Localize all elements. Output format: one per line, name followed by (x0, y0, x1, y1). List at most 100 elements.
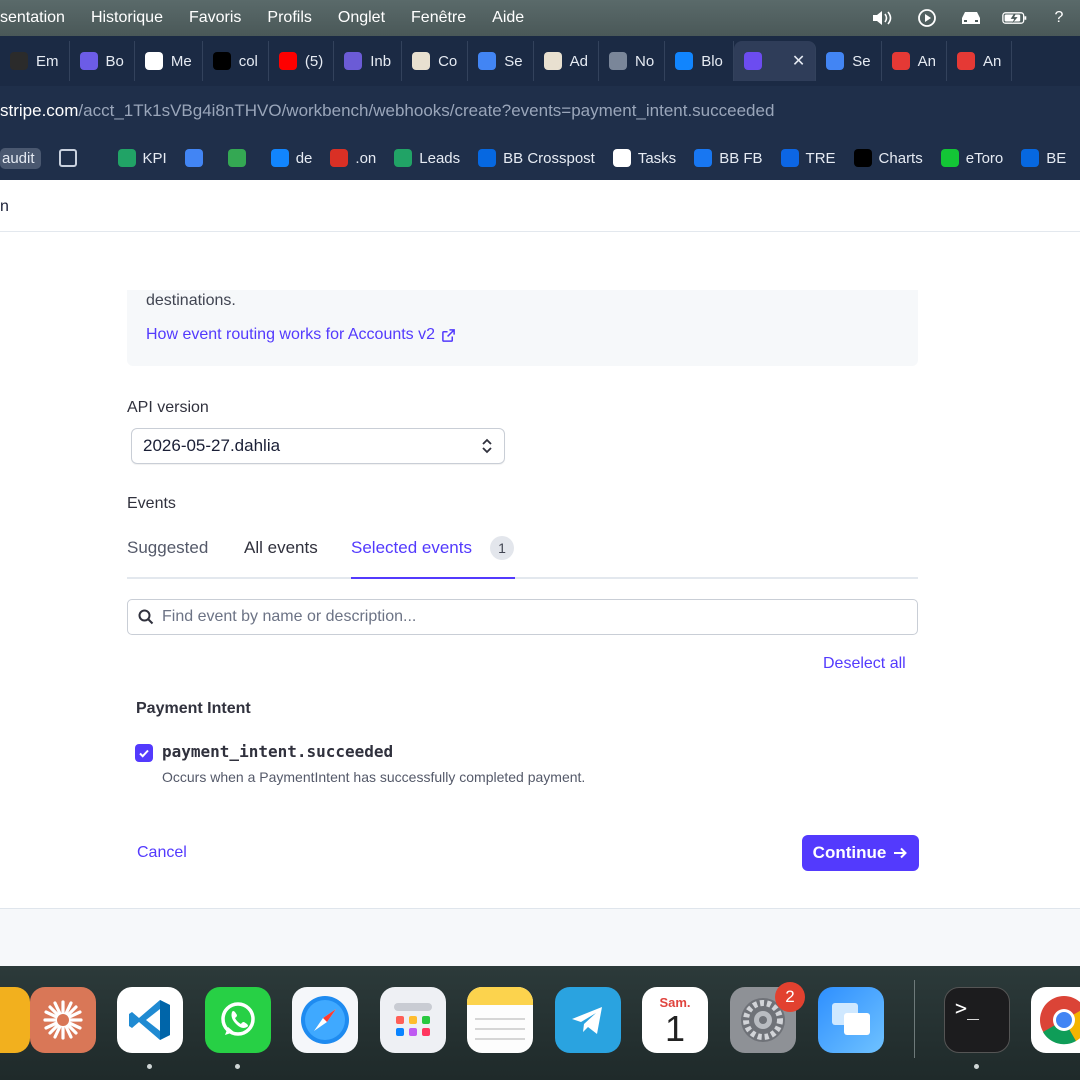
event-checkbox[interactable] (135, 744, 153, 762)
menu-item-onglet[interactable]: Onglet (338, 9, 385, 27)
bookmark[interactable]: Tasks (612, 149, 677, 167)
volume-icon[interactable] (870, 8, 896, 28)
bookmark[interactable]: BE (1021, 149, 1066, 167)
whatsapp-icon[interactable] (205, 987, 271, 1053)
browser-tab-label: No (635, 52, 655, 70)
cancel-button[interactable]: Cancel (137, 844, 187, 862)
browser-tab-label: Inb (370, 52, 392, 70)
bookmark-label: Tasks (637, 149, 677, 167)
partial-app-icon[interactable] (0, 987, 30, 1053)
tab-suggested[interactable]: Suggested (127, 538, 208, 558)
browser-tab[interactable]: Se (468, 41, 534, 81)
tab-selected-events[interactable]: Selected events (351, 538, 472, 558)
maps-pin-icon (227, 149, 246, 167)
browser-tab[interactable]: Se (816, 41, 882, 81)
bookmark[interactable]: BB Crosspost (478, 149, 595, 167)
event-group-title: Payment Intent (136, 700, 251, 717)
address-bar[interactable]: stripe.com/acct_1Tk1sVBg4i8nTHVO/workben… (0, 86, 1080, 136)
screen-sharing-icon[interactable] (818, 987, 884, 1053)
pdf-icon (330, 149, 349, 167)
whatsapp-running-dot (235, 1064, 240, 1069)
tab-all-events[interactable]: All events (244, 538, 318, 558)
browser-tab[interactable]: An (882, 41, 947, 81)
bookmark-label: de (295, 149, 313, 167)
bookmark[interactable]: Leads (394, 149, 460, 167)
bookmark[interactable]: Charts (853, 149, 923, 167)
browser-tab[interactable]: No (599, 41, 666, 81)
url-host: stripe.com (0, 101, 79, 120)
menu-item-profils[interactable]: Profils (267, 9, 311, 27)
bookmark[interactable]: eToro (940, 149, 1003, 167)
arrow-right-icon (894, 847, 908, 859)
menu-item-historique[interactable]: Historique (91, 9, 163, 27)
menu-item-aide[interactable]: Aide (492, 9, 524, 27)
menu-item-presentation[interactable]: sentation (0, 9, 65, 27)
bookmark[interactable] (184, 149, 210, 167)
browser-tab[interactable]: Em (0, 41, 70, 81)
browser-tab-label: Ad (569, 52, 588, 70)
menu-item-favoris[interactable]: Favoris (189, 9, 241, 27)
bookmark[interactable] (58, 149, 84, 167)
bookmark[interactable]: KPI (117, 149, 167, 167)
docs-link-label: How event routing works for Accounts v2 (146, 326, 436, 343)
bookmark[interactable]: TRE (780, 149, 836, 167)
checkmark-icon (139, 749, 149, 758)
browser-tab[interactable]: Co (402, 41, 469, 81)
url-path: /acct_1Tk1sVBg4i8nTHVO/workbench/webhook… (78, 101, 775, 120)
menu-item-fenetre[interactable]: Fenêtre (411, 9, 466, 27)
browser-tab[interactable]: ✕ (733, 41, 817, 81)
continue-button[interactable]: Continue (802, 835, 919, 871)
bookmark[interactable]: audit (0, 147, 41, 169)
browser-tab[interactable]: Me (135, 41, 203, 81)
browser-tab[interactable]: Bo (70, 41, 135, 81)
bookmark[interactable]: BB FB (694, 149, 763, 167)
bookmark[interactable]: de (270, 149, 313, 167)
car-icon[interactable] (958, 8, 984, 28)
bookmark-label: TRE (805, 149, 836, 167)
launchpad-icon[interactable] (380, 987, 446, 1053)
browser-tab[interactable]: (5) (269, 41, 335, 81)
browser-tab-label: An (917, 52, 936, 70)
battery-icon[interactable] (1002, 8, 1028, 28)
search-icon (138, 609, 154, 625)
webhook-create-page: n destinations. How event routing works … (0, 180, 1080, 966)
info-callout: destinations. How event routing works fo… (127, 290, 918, 366)
telegram-icon[interactable] (555, 987, 621, 1053)
browser-tab[interactable]: An (947, 41, 1013, 81)
calendar-icon[interactable]: Sam. 1 (642, 987, 708, 1053)
bookmark[interactable] (227, 149, 253, 167)
browser-tab-label: Bo (105, 52, 124, 70)
notes-icon[interactable] (467, 987, 533, 1053)
tray-overflow-icon[interactable]: ? (1046, 8, 1072, 28)
browser-tab-label: (5) (304, 52, 324, 70)
bookmark-label: BB Crosspost (503, 149, 595, 167)
r-icon (212, 52, 231, 70)
play-circle-icon[interactable] (914, 8, 940, 28)
safari-icon[interactable] (292, 987, 358, 1053)
terminal-icon[interactable]: >_ (944, 987, 1010, 1053)
docs-icon (478, 52, 497, 70)
vscode-icon[interactable] (117, 987, 183, 1053)
event-search-input[interactable]: Find event by name or description... (127, 599, 918, 635)
browser-tab[interactable]: Blo (665, 41, 734, 81)
event-routing-docs-link[interactable]: How event routing works for Accounts v2 (146, 326, 456, 344)
deselect-all-button[interactable]: Deselect all (823, 655, 906, 673)
browser-tab-strip: Em Bo Me col (5) Inb Co Se Ad No Blo ✕ Se An An (0, 36, 1080, 86)
event-name: payment_intent.succeeded (162, 742, 394, 761)
browser-tab[interactable]: Inb (334, 41, 403, 81)
browser-tab[interactable]: Ad (534, 41, 599, 81)
coin-icon (543, 52, 562, 70)
butterfly-icon (270, 149, 289, 167)
close-tab-icon[interactable]: ✕ (792, 51, 805, 71)
api-version-label: API version (127, 399, 209, 416)
browser-tab[interactable]: col (203, 41, 269, 81)
bookmark[interactable]: .on (330, 149, 376, 167)
meta-icon (478, 149, 497, 167)
docs-icon (826, 52, 845, 70)
sheet-icon (117, 149, 136, 167)
chrome-icon[interactable] (1031, 987, 1080, 1053)
selected-count-badge: 1 (490, 536, 514, 560)
api-version-select[interactable]: 2026-05-27.dahlia (131, 428, 505, 464)
claude-icon[interactable] (30, 987, 96, 1053)
globe-icon (609, 52, 627, 70)
